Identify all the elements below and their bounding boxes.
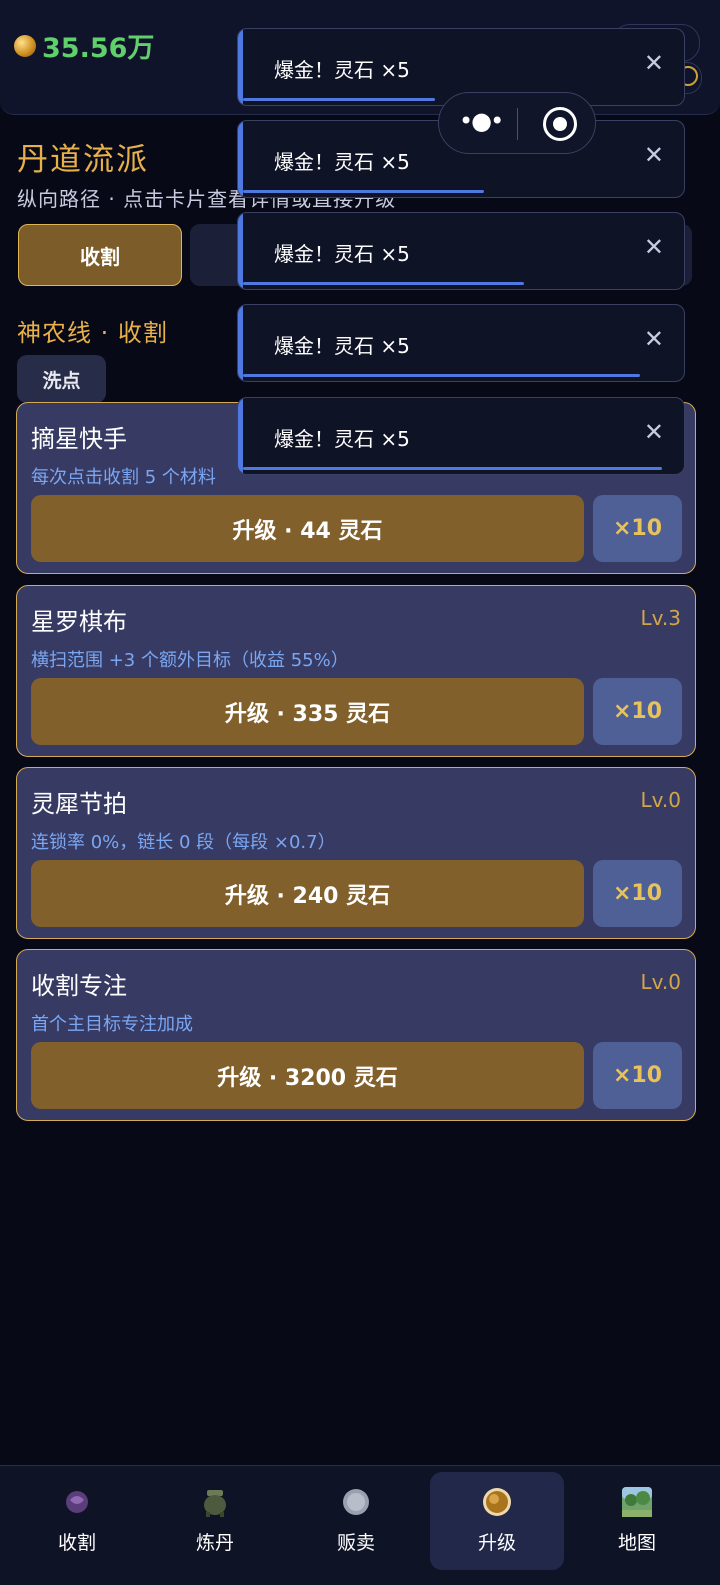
upgrade-x10-button[interactable]: ×10 xyxy=(593,495,682,562)
reset-points-button[interactable]: 洗点 xyxy=(17,355,106,403)
card-level: Lv.0 xyxy=(640,970,681,994)
card-description: 连锁率 0%，链长 0 段（每段 ×0.7） xyxy=(31,832,336,853)
upgrade-button[interactable]: 升级 · 335 灵石 xyxy=(31,678,584,745)
close-icon[interactable]: ✕ xyxy=(644,325,664,353)
nav-item-sell[interactable]: 贩卖 xyxy=(289,1472,423,1570)
nav-label: 收割 xyxy=(57,1532,96,1554)
toast-text: 爆金！灵石 ×5 xyxy=(274,427,410,451)
bottom-navigation: 收割 炼丹 贩卖 升级 地图 xyxy=(0,1465,720,1585)
nav-item-harvest[interactable]: 收割 xyxy=(10,1472,144,1570)
balance-amount: 35.56万 xyxy=(42,33,155,64)
capsule-divider xyxy=(517,108,518,140)
card-description: 首个主目标专注加成 xyxy=(31,1014,193,1035)
toast-progress xyxy=(243,374,640,377)
upgrade-x10-button[interactable]: ×10 xyxy=(593,860,682,927)
toast-notification: 爆金！灵石 ×5 ✕ xyxy=(237,304,685,382)
toast-text: 爆金！灵石 ×5 xyxy=(274,334,410,358)
tab-harvest[interactable]: 收割 xyxy=(18,224,182,286)
upgrade-card[interactable]: 星罗棋布 Lv.3 横扫范围 +3 个额外目标（收益 55%） 升级 · 335… xyxy=(16,585,696,757)
nav-item-map[interactable]: 地图 xyxy=(570,1472,704,1570)
upgrade-button[interactable]: 升级 · 44 灵石 xyxy=(31,495,584,562)
sell-icon xyxy=(343,1489,369,1515)
path-title: 神农线 · 收割 xyxy=(17,319,168,347)
upgrade-card[interactable]: 灵犀节拍 Lv.0 连锁率 0%，链长 0 段（每段 ×0.7） 升级 · 24… xyxy=(16,767,696,939)
toast-notification: 爆金！灵石 ×5 ✕ xyxy=(237,397,685,475)
toast-text: 爆金！灵石 ×5 xyxy=(274,58,410,82)
nav-label: 贩卖 xyxy=(336,1532,375,1554)
toast-text: 爆金！灵石 ×5 xyxy=(274,150,410,174)
more-dots-icon[interactable]: •●• xyxy=(459,107,504,135)
card-description: 每次点击收割 5 个材料 xyxy=(31,467,216,488)
harvest-icon xyxy=(66,1491,88,1513)
close-icon[interactable]: ✕ xyxy=(644,141,664,169)
page-title: 丹道流派 xyxy=(17,142,149,178)
balance-display: 35.56万 xyxy=(14,26,154,65)
nav-label: 炼丹 xyxy=(195,1532,234,1554)
toast-progress xyxy=(243,282,524,285)
upgrade-icon xyxy=(483,1488,511,1516)
nav-label: 地图 xyxy=(617,1532,656,1554)
close-icon[interactable]: ✕ xyxy=(644,49,664,77)
spirit-stone-coin-icon xyxy=(14,34,36,57)
card-description: 横扫范围 +3 个额外目标（收益 55%） xyxy=(31,650,349,671)
miniprogram-capsule: •●• xyxy=(438,92,596,154)
toast-text: 爆金！灵石 ×5 xyxy=(274,242,410,266)
upgrade-x10-button[interactable]: ×10 xyxy=(593,678,682,745)
close-target-icon[interactable] xyxy=(543,107,577,141)
close-icon[interactable]: ✕ xyxy=(644,418,664,446)
cauldron-icon xyxy=(204,1490,226,1517)
card-level: Lv.0 xyxy=(640,788,681,812)
nav-item-alchemy[interactable]: 炼丹 xyxy=(148,1472,282,1570)
card-level: Lv.3 xyxy=(640,606,681,630)
nav-item-upgrade[interactable]: 升级 xyxy=(430,1472,564,1570)
nav-label: 升级 xyxy=(477,1532,516,1554)
toast-notification: 爆金！灵石 ×5 ✕ xyxy=(237,212,685,290)
toast-progress xyxy=(243,190,484,193)
map-icon xyxy=(622,1487,652,1517)
card-name: 收割专注 xyxy=(31,972,127,1000)
upgrade-x10-button[interactable]: ×10 xyxy=(593,1042,682,1109)
toast-progress xyxy=(243,467,663,470)
upgrade-button[interactable]: 升级 · 3200 灵石 xyxy=(31,1042,584,1109)
toast-progress xyxy=(243,98,435,101)
card-name: 星罗棋布 xyxy=(31,608,127,636)
upgrade-card[interactable]: 收割专注 Lv.0 首个主目标专注加成 升级 · 3200 灵石 ×10 xyxy=(16,949,696,1121)
card-name: 灵犀节拍 xyxy=(31,790,127,818)
close-icon[interactable]: ✕ xyxy=(644,233,664,261)
upgrade-button[interactable]: 升级 · 240 灵石 xyxy=(31,860,584,927)
card-name: 摘星快手 xyxy=(31,425,127,453)
